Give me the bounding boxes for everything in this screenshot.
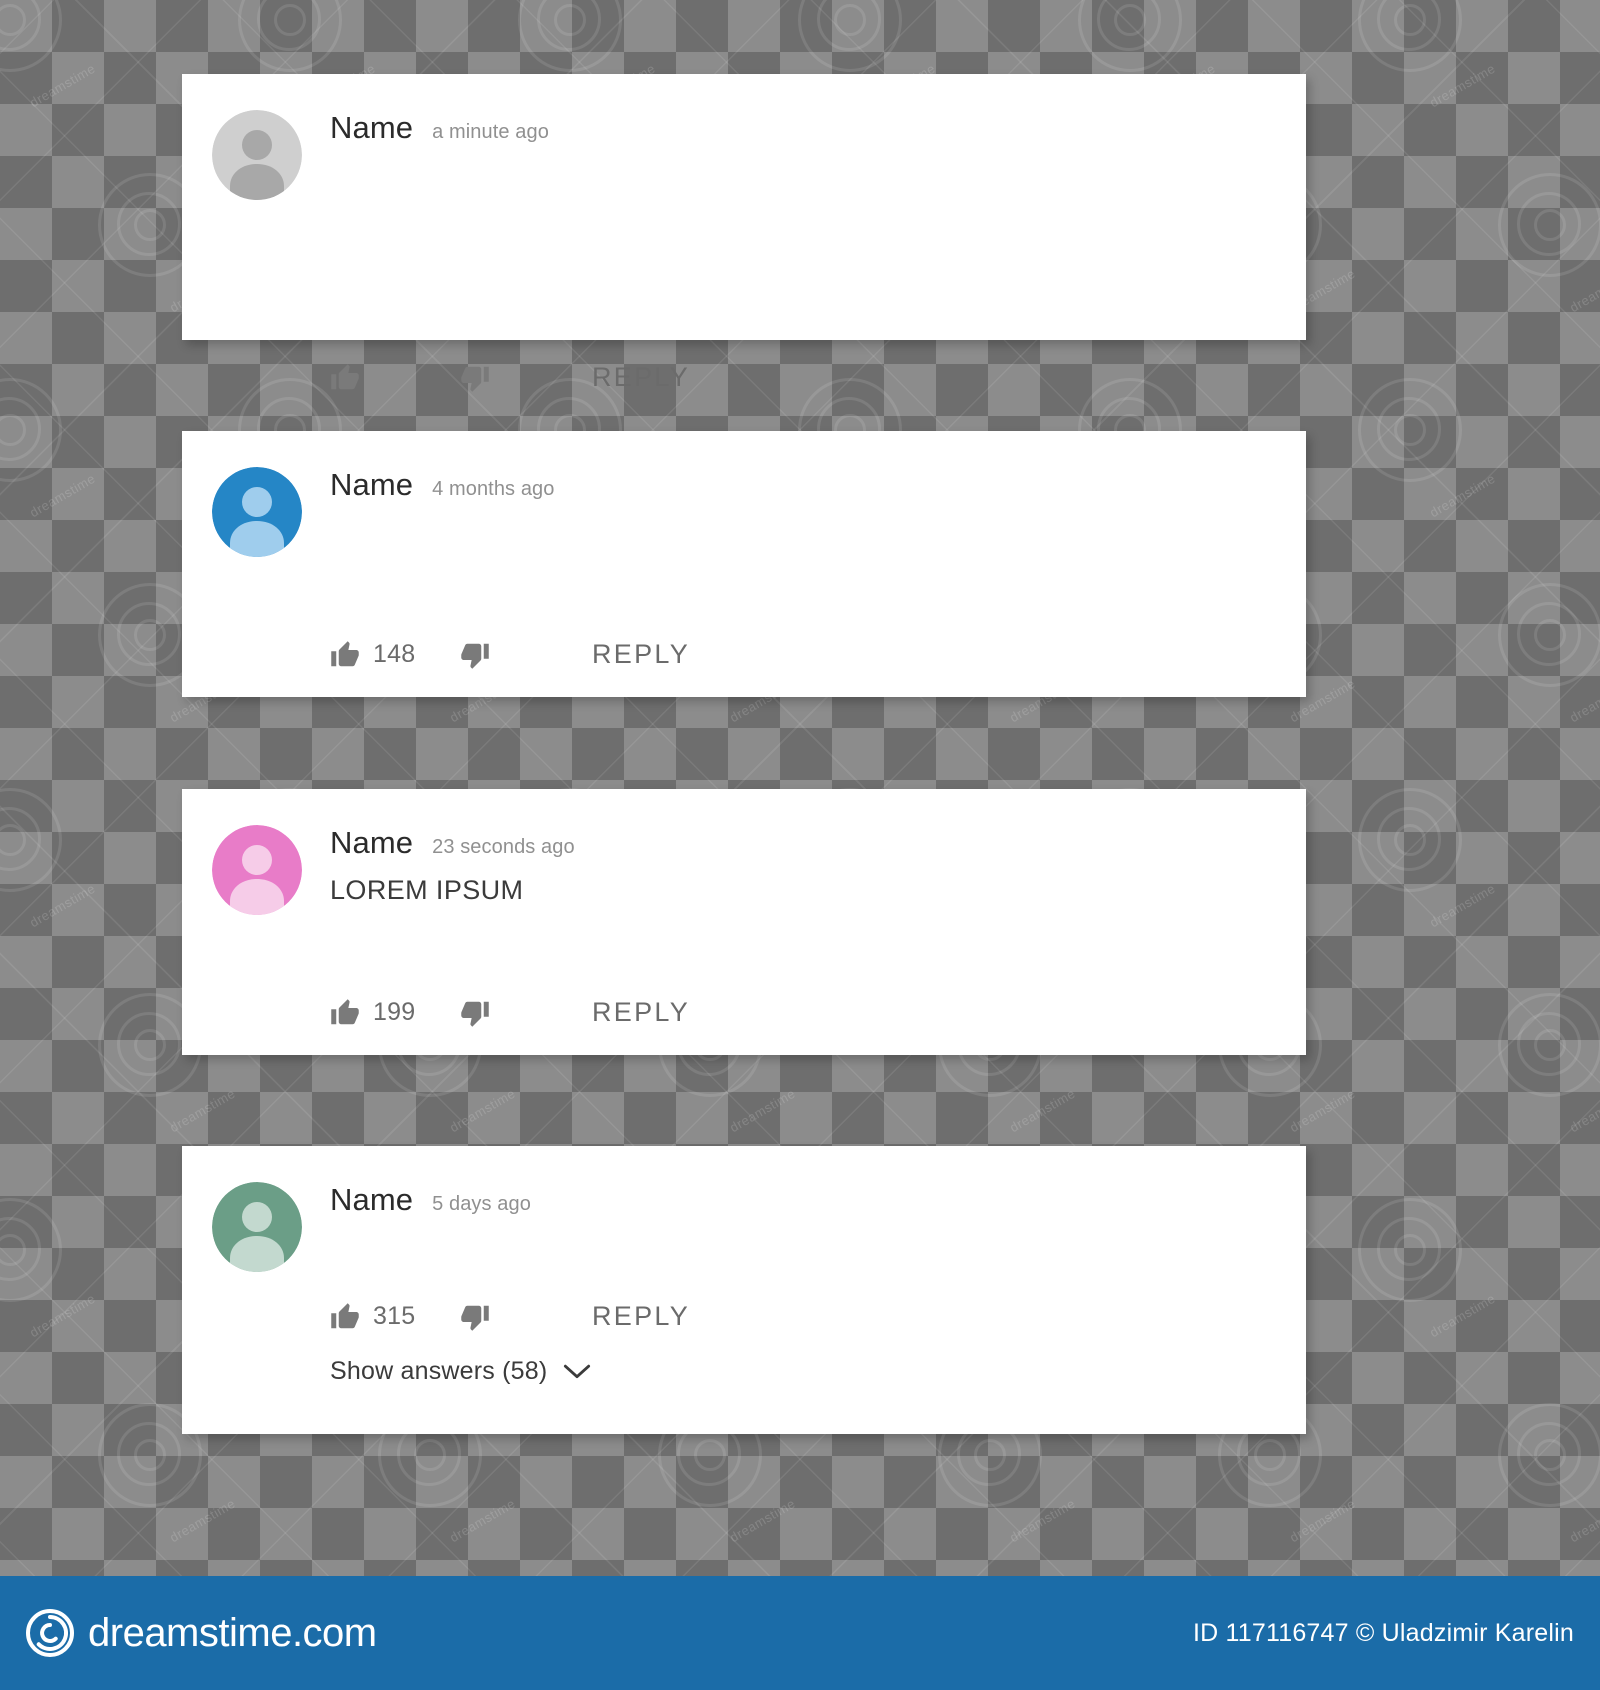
author-name: Name <box>330 467 414 502</box>
comment-card: Name 23 seconds ago LOREM IPSUM 199 REPL… <box>182 789 1306 1055</box>
watermark-text: dreamstime <box>1427 60 1498 111</box>
like-button[interactable]: 148 <box>330 640 460 670</box>
watermark-text: dreamstime <box>27 880 98 931</box>
watermark-spiral <box>0 1198 62 1302</box>
watermark-text: dreamstime <box>27 60 98 111</box>
avatar <box>212 825 302 915</box>
comment-header: Name a minute ago <box>330 110 549 146</box>
watermark-spiral <box>518 0 622 72</box>
comment-actions: REPLY <box>330 362 690 393</box>
comment-card: Name 4 months ago 148 REPLY <box>182 431 1306 697</box>
like-count: 315 <box>373 1302 416 1330</box>
avatar <box>212 467 302 557</box>
watermark-spiral <box>1358 0 1462 72</box>
avatar-icon <box>212 1182 302 1272</box>
watermark-text: dreamstime <box>727 1495 798 1546</box>
watermark-text: dreamstime <box>447 1495 518 1546</box>
thumb-up-icon <box>331 363 359 389</box>
reply-button[interactable]: REPLY <box>592 1301 690 1332</box>
like-count: 199 <box>373 998 416 1026</box>
thumb-down-icon <box>461 1305 489 1331</box>
timestamp: a minute ago <box>432 121 549 143</box>
image-credit: ID 117116747 © Uladzimir Karelin <box>1192 1618 1574 1647</box>
reply-button[interactable]: REPLY <box>592 362 690 393</box>
comment-card: Name 5 days ago 315 REPLY Show answers (… <box>182 1146 1306 1434</box>
watermark-text: dreamstime <box>1007 1495 1078 1546</box>
watermark-text: dreamstime <box>1427 880 1498 931</box>
author-name: Name <box>330 110 414 145</box>
watermark-spiral <box>0 0 62 72</box>
watermark-text: dreamstime <box>167 1495 238 1546</box>
watermark-text: dreamstime <box>1287 1085 1358 1136</box>
dislike-button[interactable] <box>460 640 490 670</box>
thumb-down-icon <box>461 1001 489 1027</box>
watermark-spiral <box>1358 378 1462 482</box>
watermark-text: dreamstime <box>1287 1495 1358 1546</box>
timestamp: 4 months ago <box>432 478 555 500</box>
watermark-text: dreamstime <box>27 1290 98 1341</box>
dislike-button[interactable] <box>460 998 490 1028</box>
chevron-down-icon <box>564 1364 591 1378</box>
brand-name: dreamstime.com <box>88 1610 377 1655</box>
comment-actions: 148 REPLY <box>330 639 690 670</box>
watermark-spiral <box>1498 993 1600 1097</box>
brand-logo[interactable]: dreamstime.com <box>26 1609 377 1657</box>
watermark-spiral <box>1498 1403 1600 1507</box>
watermark-spiral <box>238 0 342 72</box>
comment-header: Name 23 seconds ago <box>330 825 575 861</box>
watermark-spiral <box>0 788 62 892</box>
show-answers-label: Show answers (58) <box>330 1357 548 1385</box>
avatar <box>212 110 302 200</box>
watermark-text: dreamstime <box>1427 1290 1498 1341</box>
thumb-up-icon <box>331 1302 359 1328</box>
watermark-spiral <box>0 378 62 482</box>
reply-button[interactable]: REPLY <box>592 997 690 1028</box>
reply-button[interactable]: REPLY <box>592 639 690 670</box>
watermark-spiral <box>1358 788 1462 892</box>
dislike-button[interactable] <box>460 1302 490 1332</box>
avatar-icon <box>212 467 302 557</box>
timestamp: 5 days ago <box>432 1193 531 1215</box>
watermark-text: dreamstime <box>1007 1085 1078 1136</box>
thumb-down-icon <box>461 643 489 669</box>
watermark-spiral <box>1498 583 1600 687</box>
comment-header: Name 5 days ago <box>330 1182 531 1218</box>
watermark-spiral <box>1078 0 1182 72</box>
watermark-spiral <box>798 0 902 72</box>
watermark-spiral <box>1498 173 1600 277</box>
dreamstime-logo-icon <box>26 1609 74 1657</box>
like-button[interactable] <box>330 363 460 393</box>
thumb-up-icon <box>331 640 359 666</box>
like-button[interactable]: 199 <box>330 998 460 1028</box>
comment-text: LOREM IPSUM <box>330 875 524 905</box>
watermark-text: dreamstime <box>1427 470 1498 521</box>
comment-header: Name 4 months ago <box>330 467 555 503</box>
show-answers-button[interactable]: Show answers (58) <box>330 1357 591 1386</box>
watermark-text: dreamstime <box>27 470 98 521</box>
comment-actions: 199 REPLY <box>330 997 690 1028</box>
thumb-up-icon <box>331 998 359 1024</box>
watermark-text: dreamstime <box>1567 1495 1600 1546</box>
avatar <box>212 1182 302 1272</box>
like-button[interactable]: 315 <box>330 1302 460 1332</box>
avatar-icon <box>212 110 302 200</box>
watermark-text: dreamstime <box>447 1085 518 1136</box>
watermark-text: dreamstime <box>1567 265 1600 316</box>
comment-card: Name a minute ago REPLY <box>182 74 1306 392</box>
watermark-text: dreamstime <box>727 1085 798 1136</box>
like-count: 148 <box>373 640 416 668</box>
watermark-spiral <box>1358 1198 1462 1302</box>
watermark-text: dreamstime <box>167 1085 238 1136</box>
dislike-button[interactable] <box>460 363 490 393</box>
thumb-down-icon <box>461 366 489 392</box>
comment-actions: 315 REPLY <box>330 1301 690 1332</box>
author-name: Name <box>330 1182 414 1217</box>
timestamp: 23 seconds ago <box>432 836 575 858</box>
avatar-icon <box>212 825 302 915</box>
watermark-text: dreamstime <box>1567 675 1600 726</box>
watermark-text: dreamstime <box>1567 1085 1600 1136</box>
author-name: Name <box>330 825 414 860</box>
footer-bar: dreamstime.com ID 117116747 © Uladzimir … <box>0 1576 1600 1690</box>
